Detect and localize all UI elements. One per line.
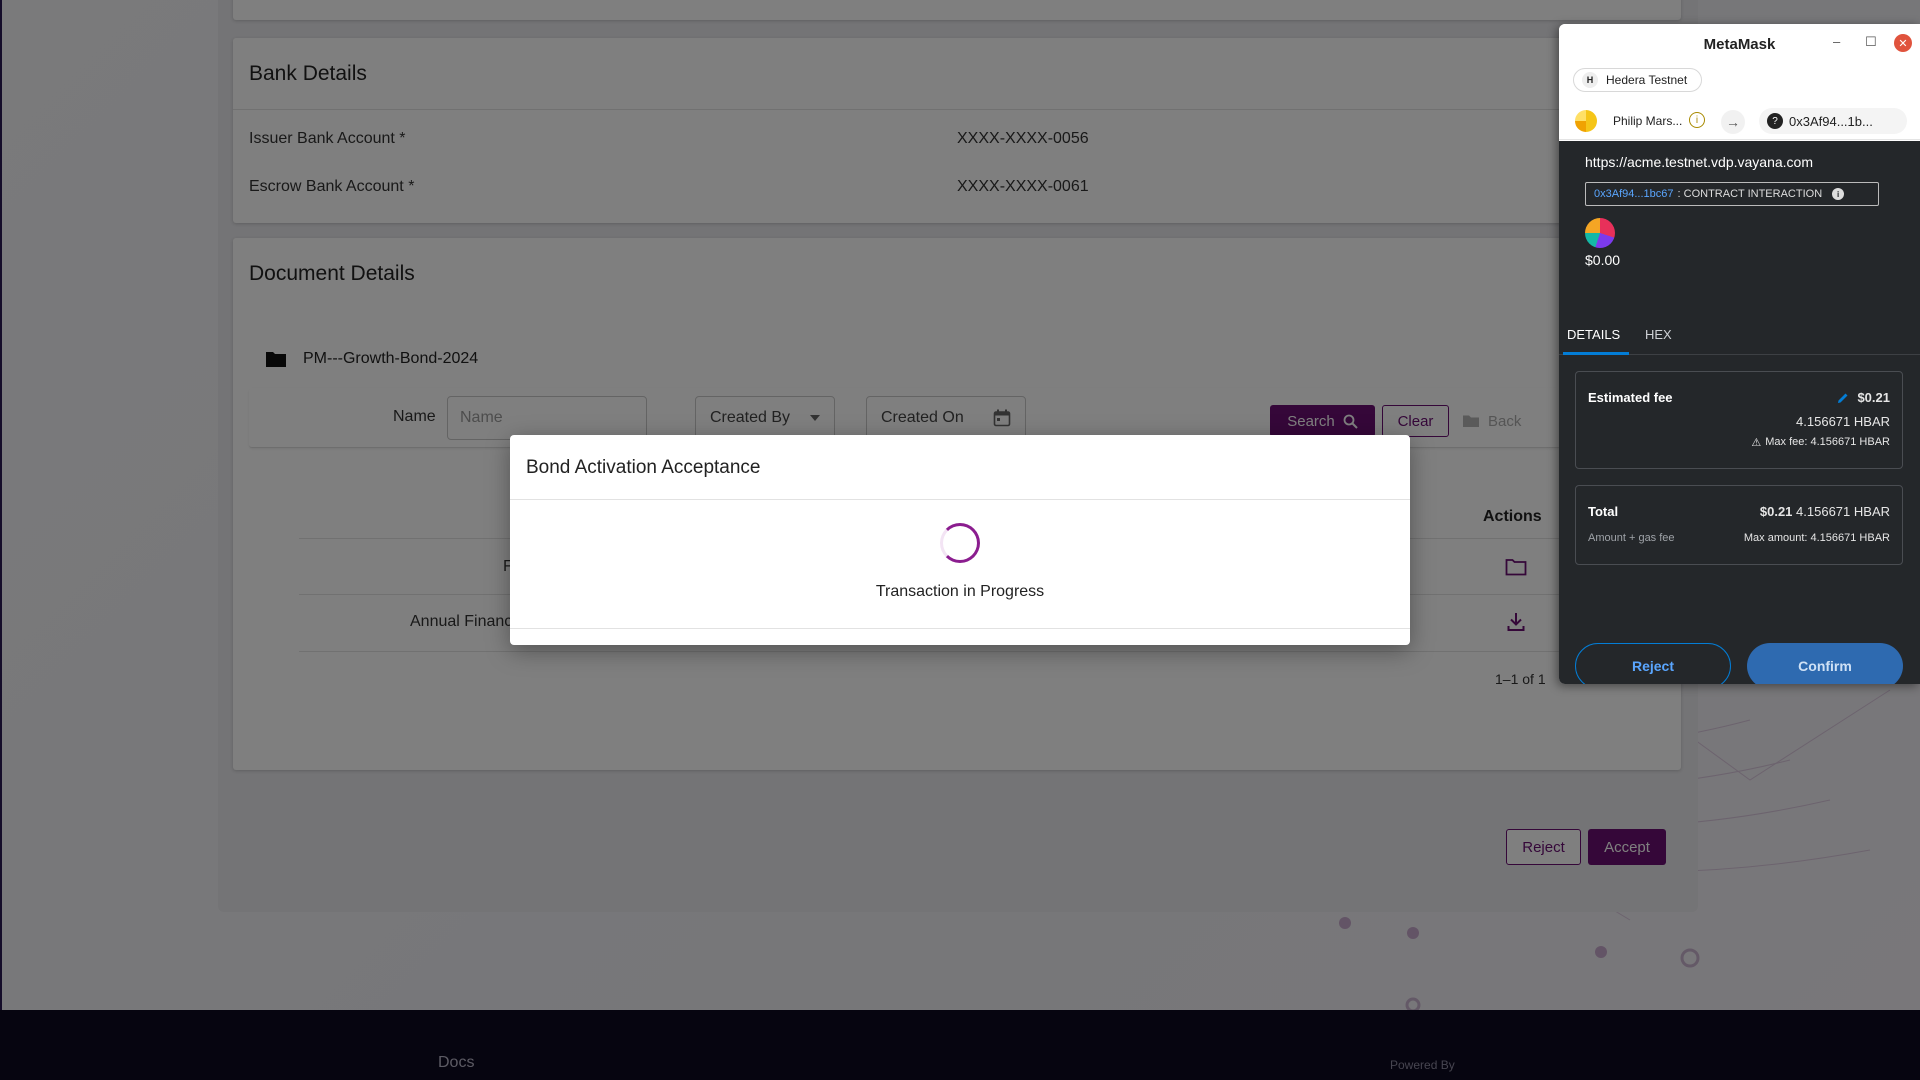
estimated-fee-label: Estimated fee	[1588, 390, 1673, 405]
network-badge: H	[1582, 72, 1598, 88]
metamask-window: MetaMask – ☐ ✕ H Hedera Testnet Philip M…	[1559, 24, 1920, 684]
total-usd: $0.21	[1759, 504, 1793, 519]
window-title: MetaMask	[1703, 35, 1776, 53]
network-name: Hedera Testnet	[1606, 73, 1688, 87]
bond-activation-dialog: Bond Activation Acceptance Transaction i…	[510, 435, 1410, 645]
edit-icon[interactable]	[1837, 392, 1849, 404]
estimated-fee-box: Estimated fee $0.21 4.156671 HBAR ⚠ Max …	[1575, 371, 1903, 469]
origin-url: https://acme.testnet.vdp.vayana.com	[1585, 154, 1814, 170]
total-label: Total	[1588, 504, 1619, 519]
contract-interaction-pill: 0x3Af94...1bc67 : CONTRACT INTERACTION i	[1585, 182, 1879, 206]
transaction-amount: $0.00	[1585, 252, 1621, 268]
metamask-tabs: DETAILS HEX	[1559, 315, 1920, 355]
divider	[510, 628, 1410, 629]
estimated-fee-usd[interactable]: $0.21	[1837, 390, 1890, 405]
metamask-reject-button[interactable]: Reject	[1575, 643, 1731, 684]
destination-address[interactable]: ? 0x3Af94...1b...	[1759, 108, 1907, 134]
total-box: Total Amount + gas fee $0.21 4.156671 HB…	[1575, 485, 1903, 565]
max-amount: Max amount: 4.156671 HBAR	[1743, 532, 1890, 544]
dialog-title: Bond Activation Acceptance	[526, 457, 761, 478]
account-name[interactable]: Philip Mars...	[1613, 114, 1682, 128]
total-amount: $0.21 4.156671 HBAR	[1760, 504, 1890, 519]
destination-address-text: 0x3Af94...1b...	[1789, 113, 1873, 129]
max-fee-text: Max fee: 4.156671 HBAR	[1765, 436, 1890, 448]
network-selector[interactable]: H Hedera Testnet	[1573, 68, 1703, 92]
total-sub-label: Amount + gas fee	[1588, 532, 1675, 544]
info-icon[interactable]: i	[1832, 188, 1845, 200]
total-hbar: 4.156671 HBAR	[1796, 504, 1890, 519]
warning-icon: ⚠	[1751, 437, 1762, 449]
estimated-fee-hbar: 4.156671 HBAR	[1796, 414, 1890, 429]
max-fee: ⚠ Max fee: 4.156671 HBAR	[1751, 436, 1890, 449]
arrow-right-icon: →	[1721, 110, 1745, 134]
info-icon[interactable]: i	[1689, 112, 1705, 128]
metamask-confirm-button[interactable]: Confirm	[1747, 643, 1903, 684]
divider	[510, 499, 1410, 500]
token-icon	[1585, 218, 1615, 248]
loading-spinner-icon	[940, 523, 980, 563]
account-avatar	[1575, 110, 1597, 132]
unknown-account-icon: ?	[1767, 113, 1783, 129]
transaction-details: Estimated fee $0.21 4.156671 HBAR ⚠ Max …	[1559, 355, 1920, 684]
estimated-fee-usd-value: $0.21	[1857, 390, 1890, 405]
contract-label: : CONTRACT INTERACTION	[1677, 188, 1823, 200]
account-row: Philip Mars... i → ? 0x3Af94...1b...	[1559, 100, 1920, 140]
tab-details[interactable]: DETAILS	[1567, 327, 1620, 342]
minimize-icon[interactable]: –	[1833, 34, 1840, 49]
transaction-status: Transaction in Progress	[875, 583, 1045, 600]
maximize-icon[interactable]: ☐	[1865, 34, 1877, 50]
tab-hex[interactable]: HEX	[1645, 327, 1672, 342]
contract-address[interactable]: 0x3Af94...1bc67	[1594, 188, 1674, 200]
close-icon[interactable]: ✕	[1894, 34, 1912, 52]
